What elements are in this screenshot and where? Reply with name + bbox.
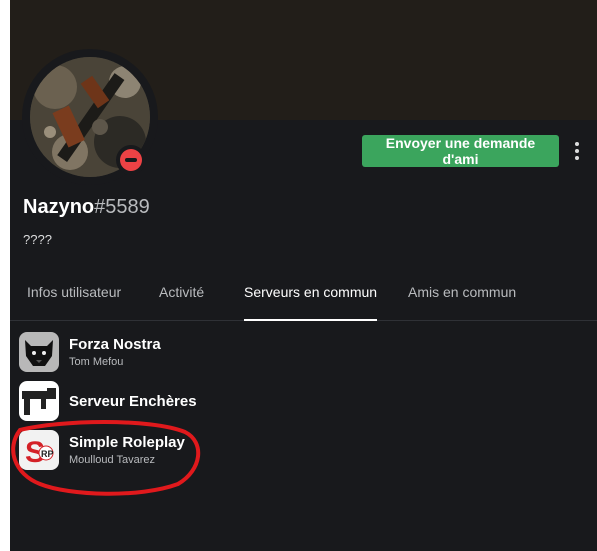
username: Nazyno#5589 [23, 196, 150, 219]
list-item[interactable]: S RP Simple Roleplay Moulloud Tavarez [19, 430, 579, 472]
server-name: Simple Roleplay [69, 434, 185, 451]
svg-text:RP: RP [41, 449, 54, 459]
username-name: Nazyno [23, 196, 95, 218]
user-profile-popout: Envoyer une demande d'ami Nazyno#5589 ??… [10, 0, 597, 551]
server-name: Serveur Enchères [69, 393, 197, 410]
more-vertical-icon[interactable] [570, 138, 584, 164]
do-not-disturb-icon [120, 149, 142, 171]
serveur-encheres-gun-icon [19, 381, 59, 421]
profile-tabs: Infos utilisateur Activité Serveurs en c… [10, 272, 597, 321]
send-friend-request-button[interactable]: Envoyer une demande d'ami [362, 135, 559, 167]
list-item[interactable]: Serveur Enchères [19, 381, 579, 423]
status-indicator-dnd [116, 145, 146, 175]
tab-user-info[interactable]: Infos utilisateur [27, 284, 121, 319]
server-nickname: Moulloud Tavarez [69, 454, 156, 466]
username-discriminator: #5589 [94, 196, 150, 218]
custom-status: ???? [23, 232, 52, 247]
server-nickname: Tom Mefou [69, 356, 124, 368]
simple-roleplay-logo-icon: S RP [19, 430, 59, 470]
server-name: Forza Nostra [69, 336, 161, 353]
forza-nostra-panther-icon [19, 332, 59, 372]
list-item[interactable]: Forza Nostra Tom Mefou [19, 332, 579, 374]
tab-mutual-friends[interactable]: Amis en commun [408, 284, 516, 319]
tab-mutual-servers[interactable]: Serveurs en commun [244, 284, 378, 321]
tab-activity[interactable]: Activité [159, 284, 204, 319]
